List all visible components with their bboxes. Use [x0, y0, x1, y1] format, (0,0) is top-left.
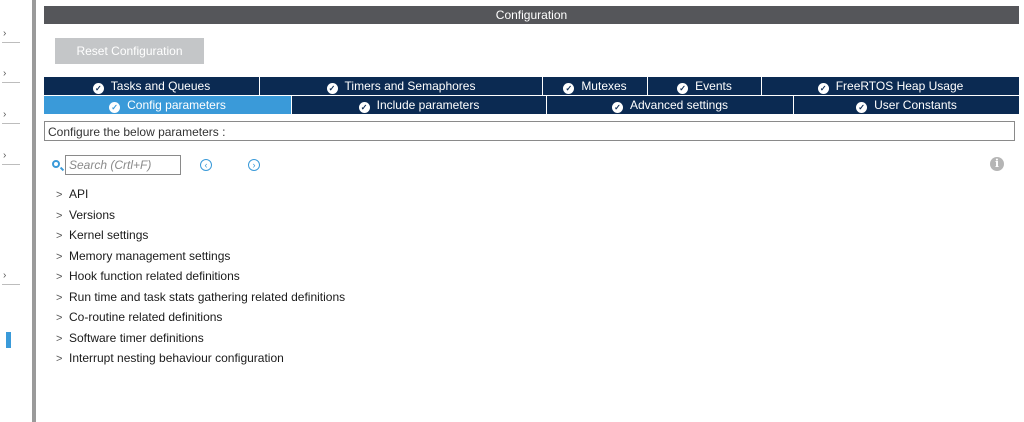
check-circle-icon: ✓ [563, 83, 575, 94]
check-circle-icon: ✓ [92, 83, 104, 94]
tab-label: Tasks and Queues [110, 79, 211, 93]
chevron-right-icon: > [56, 291, 63, 304]
tab-tasks-and-queues[interactable]: ✓ Tasks and Queues [44, 77, 260, 95]
tab-advanced-settings[interactable]: ✓ Advanced settings [547, 96, 794, 114]
search-input[interactable] [65, 155, 181, 175]
description-text: Configure the below parameters : [44, 121, 1015, 141]
divider [2, 123, 20, 124]
tree-group-interrupt-nesting[interactable]: > Interrupt nesting behaviour configurati… [56, 348, 345, 369]
tree-group-versions[interactable]: > Versions [56, 205, 345, 226]
divider [2, 284, 20, 285]
tree-group-label: Kernel settings [69, 228, 149, 242]
tree-group-label: Co-routine related definitions [69, 310, 223, 324]
tab-timers-and-semaphores[interactable]: ✓ Timers and Semaphores [260, 77, 543, 95]
tab-label: User Constants [874, 98, 957, 112]
next-result-button[interactable]: › [248, 159, 260, 171]
collapse-row[interactable]: › [0, 150, 22, 165]
chevron-right-icon: › [3, 150, 7, 161]
chevron-right-icon: > [56, 189, 63, 201]
collapse-row[interactable]: › [0, 109, 22, 124]
tab-config-parameters[interactable]: ✓ Config parameters [44, 96, 292, 114]
panel-splitter[interactable] [32, 0, 36, 422]
chevron-right-icon: › [3, 28, 7, 39]
tab-label: Mutexes [581, 79, 627, 93]
check-circle-icon: ✓ [109, 102, 121, 113]
check-circle-icon: ✓ [611, 102, 623, 113]
divider [2, 82, 20, 83]
chevron-right-icon: > [56, 332, 63, 345]
chevron-right-icon: > [56, 230, 63, 242]
check-circle-icon: ✓ [817, 83, 829, 94]
chevron-right-icon: > [56, 353, 63, 365]
tab-include-parameters[interactable]: ✓ Include parameters [292, 96, 547, 114]
configuration-panel: Configuration Reset Configuration ✓ Tasks… [44, 0, 1019, 422]
chevron-right-icon: > [56, 271, 63, 283]
reset-configuration-button[interactable]: Reset Configuration [55, 38, 204, 64]
selection-marker [6, 332, 11, 348]
chevron-right-icon: > [56, 312, 63, 324]
chevron-right-icon: > [56, 250, 63, 263]
tab-label: Timers and Semaphores [344, 79, 476, 93]
tab-label: Advanced settings [629, 98, 729, 112]
tab-events[interactable]: ✓ Events [648, 77, 762, 95]
tab-label: Config parameters [127, 98, 226, 112]
collapse-row[interactable]: › [0, 68, 22, 83]
chevron-right-icon: › [3, 109, 7, 120]
tab-freertos-heap-usage[interactable]: ✓ FreeRTOS Heap Usage [762, 77, 1019, 95]
tree-group-label: Hook function related definitions [69, 269, 240, 283]
tree-group-co-routine[interactable]: > Co-routine related definitions [56, 307, 345, 328]
tree-group-label: Interrupt nesting behaviour configuratio… [69, 351, 284, 365]
collapse-row[interactable]: › [0, 270, 22, 285]
tree-group-label: Memory management settings [69, 248, 231, 263]
tab-label: FreeRTOS Heap Usage [835, 79, 964, 93]
search-bar: ‹ › i [52, 155, 1012, 177]
check-circle-icon: ✓ [677, 83, 689, 94]
tree-group-kernel-settings[interactable]: > Kernel settings [56, 225, 345, 246]
chevron-right-icon: › [3, 68, 7, 79]
divider [2, 164, 20, 165]
collapse-row[interactable]: › [0, 28, 22, 43]
chevron-right-icon: > [56, 209, 63, 222]
tree-group-label: Software timer definitions [69, 330, 204, 345]
tree-group-label: Run time and task stats gathering relate… [69, 289, 346, 304]
chevron-right-icon: › [3, 270, 7, 281]
info-icon[interactable]: i [990, 157, 1004, 171]
left-side-panel: › › › › › [0, 0, 32, 422]
tabs-row-top: ✓ Tasks and Queues ✓ Timers and Semaphores… [44, 77, 1019, 95]
tabs-row-bottom: ✓ Config parameters ✓ Include parameters ✓… [44, 96, 1019, 114]
tree-group-label: API [69, 187, 89, 201]
tab-user-constants[interactable]: ✓ User Constants [794, 96, 1019, 114]
previous-result-button[interactable]: ‹ [200, 159, 212, 171]
tab-label: Events [695, 79, 732, 93]
tab-mutexes[interactable]: ✓ Mutexes [543, 77, 648, 95]
tree-group-software-timer[interactable]: > Software timer definitions [56, 328, 345, 349]
tree-group-label: Versions [69, 207, 116, 222]
parameter-tree: > API > Versions > Kernel settings > Memory … [56, 184, 345, 369]
check-circle-icon: ✓ [326, 83, 338, 94]
divider [2, 42, 20, 43]
tree-group-memory-management[interactable]: > Memory management settings [56, 246, 345, 267]
tree-group-run-time-stats[interactable]: > Run time and task stats gathering relat… [56, 287, 345, 308]
check-circle-icon: ✓ [358, 102, 370, 113]
tab-label: Include parameters [376, 98, 480, 112]
tree-group-api[interactable]: > API [56, 184, 345, 205]
check-circle-icon: ✓ [856, 102, 868, 113]
panel-title: Configuration [44, 6, 1019, 24]
tree-group-hook-functions[interactable]: > Hook function related definitions [56, 266, 345, 287]
search-icon[interactable] [52, 160, 60, 168]
